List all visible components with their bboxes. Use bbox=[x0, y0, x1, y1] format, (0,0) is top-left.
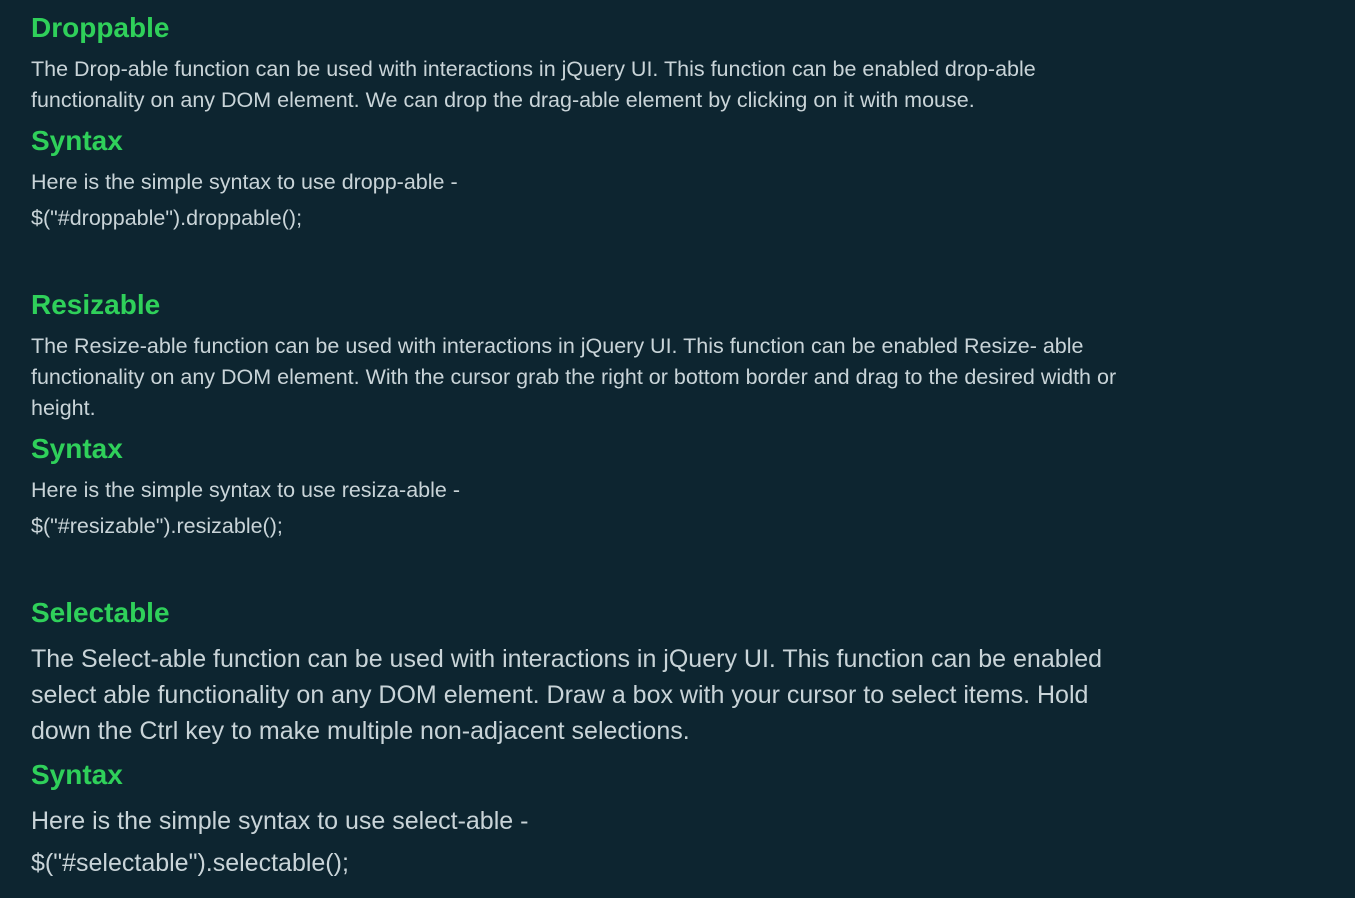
syntax-heading: Syntax bbox=[31, 433, 123, 464]
section-title: Resizable bbox=[31, 289, 161, 320]
syntax-heading: Syntax bbox=[31, 759, 123, 790]
description-line: functionality on any DOM element. With t… bbox=[31, 365, 1117, 389]
section-description: The Resize-able function can be used wit… bbox=[31, 331, 1336, 424]
section-droppable: Droppable The Drop-able function can be … bbox=[31, 14, 1336, 234]
description-line: down the Ctrl key to make multiple non-a… bbox=[31, 717, 690, 745]
code-snippet: $("#droppable").droppable(); bbox=[31, 206, 303, 230]
section-description: The Select-able function can be used wit… bbox=[31, 641, 1336, 749]
section-title: Droppable bbox=[31, 12, 170, 43]
syntax-intro: Here is the simple syntax to use dropp-a… bbox=[31, 170, 458, 194]
section-resizable: Resizable The Resize-able function can b… bbox=[31, 291, 1336, 542]
syntax-intro: Here is the simple syntax to use select-… bbox=[31, 807, 529, 835]
code-snippet: $("#selectable").selectable(); bbox=[31, 849, 349, 877]
code-snippet: $("#resizable").resizable(); bbox=[31, 514, 283, 538]
syntax-heading: Syntax bbox=[31, 125, 123, 156]
description-line: select able functionality on any DOM ele… bbox=[31, 681, 1089, 709]
section-selectable: Selectable The Select-able function can … bbox=[31, 599, 1336, 881]
description-line: The Drop-able function can be used with … bbox=[31, 57, 1036, 81]
description-line: The Select-able function can be used wit… bbox=[31, 645, 1102, 673]
section-title: Selectable bbox=[31, 597, 170, 628]
description-line: The Resize-able function can be used wit… bbox=[31, 334, 1084, 358]
description-line: height. bbox=[31, 396, 96, 420]
syntax-intro: Here is the simple syntax to use resiza-… bbox=[31, 478, 460, 502]
section-description: The Drop-able function can be used with … bbox=[31, 54, 1336, 116]
page: Droppable The Drop-able function can be … bbox=[0, 0, 1355, 898]
description-line: functionality on any DOM element. We can… bbox=[31, 88, 975, 112]
